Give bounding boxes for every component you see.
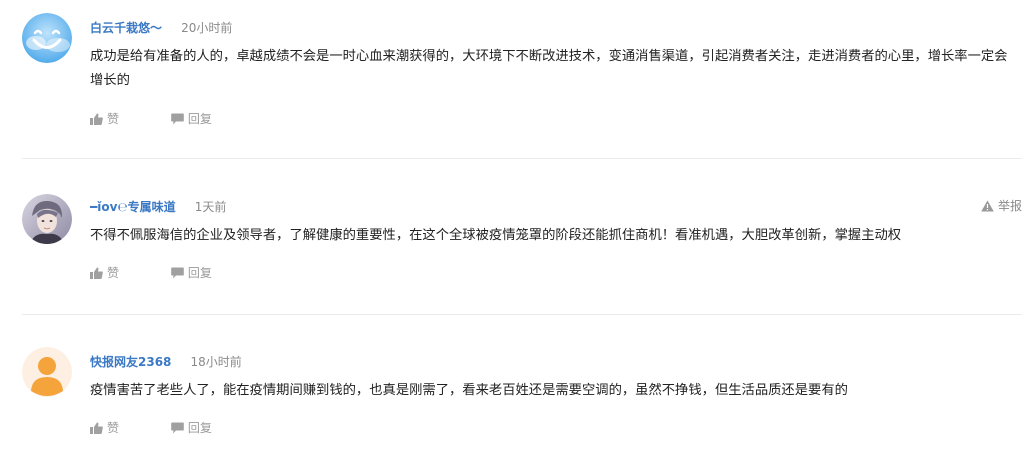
comment-meta: 快报网友2368 18小时前 bbox=[90, 351, 242, 371]
like-button[interactable]: 赞 bbox=[90, 263, 119, 283]
thumbs-up-icon bbox=[90, 113, 103, 125]
comment-actions: 赞 回复 bbox=[90, 109, 260, 129]
comment-time: 18小时前 bbox=[190, 355, 242, 369]
cloud-smile-avatar-icon bbox=[22, 13, 72, 63]
reply-bubble-icon bbox=[171, 113, 184, 125]
username[interactable]: 快报网友2368 bbox=[90, 355, 171, 369]
warning-icon bbox=[981, 200, 994, 212]
avatar[interactable] bbox=[22, 13, 72, 63]
username[interactable]: ━ǐov℮专属味道 bbox=[90, 200, 176, 214]
avatar[interactable] bbox=[22, 194, 72, 244]
comment-text: 疫情害苦了老些人了，能在疫情期间赚到钱的，也真是刚需了，看来老百姓还是需要空调的… bbox=[90, 383, 848, 398]
reply-label: 回复 bbox=[187, 266, 212, 280]
comment-time: 1天前 bbox=[194, 200, 227, 214]
report-label: 举报 bbox=[997, 199, 1022, 213]
like-button[interactable]: 赞 bbox=[90, 109, 119, 129]
like-label: 赞 bbox=[107, 112, 120, 126]
comment-text: 成功是给有准备的人的，卓越成绩不会是一时心血来潮获得的，大环境下不断改进技术，变… bbox=[90, 49, 1008, 88]
default-user-avatar-icon bbox=[22, 347, 72, 397]
reply-bubble-icon bbox=[171, 267, 184, 279]
comment-actions: 赞 回复 bbox=[90, 263, 260, 283]
thumbs-up-icon bbox=[90, 267, 103, 279]
reply-button[interactable]: 回复 bbox=[171, 263, 212, 283]
username[interactable]: 白云千栽悠～ bbox=[90, 21, 162, 35]
comment-item: ━ǐov℮专属味道 1天前 举报 不得不佩服海信的企业及领导者，了解健康的重要性… bbox=[22, 158, 1022, 308]
reply-label: 回复 bbox=[187, 421, 212, 435]
comment-actions: 赞 回复 bbox=[90, 418, 260, 438]
thumbs-up-icon bbox=[90, 422, 103, 434]
like-button[interactable]: 赞 bbox=[90, 418, 119, 438]
comment-meta: ━ǐov℮专属味道 1天前 bbox=[90, 196, 226, 216]
comment-item: 白云千栽悠～ 20小时前 成功是给有准备的人的，卓越成绩不会是一时心血来潮获得的… bbox=[22, 0, 1022, 150]
report-button[interactable]: 举报 bbox=[981, 196, 1022, 216]
reply-button[interactable]: 回复 bbox=[171, 418, 212, 438]
like-label: 赞 bbox=[107, 266, 120, 280]
comment-text: 不得不佩服海信的企业及领导者，了解健康的重要性，在这个全球被疫情笼罩的阶段还能抓… bbox=[90, 228, 902, 243]
reply-button[interactable]: 回复 bbox=[171, 109, 212, 129]
comment-item: 快报网友2368 18小时前 疫情害苦了老些人了，能在疫情期间赚到钱的，也真是刚… bbox=[22, 314, 1022, 450]
avatar[interactable] bbox=[22, 347, 72, 397]
reply-bubble-icon bbox=[171, 422, 184, 434]
like-label: 赞 bbox=[107, 421, 120, 435]
photo-avatar-icon bbox=[22, 194, 72, 244]
comment-list: 白云千栽悠～ 20小时前 成功是给有准备的人的，卓越成绩不会是一时心血来潮获得的… bbox=[0, 0, 1032, 450]
reply-label: 回复 bbox=[187, 112, 212, 126]
comment-meta: 白云千栽悠～ 20小时前 bbox=[90, 17, 232, 37]
comment-time: 20小时前 bbox=[181, 21, 233, 35]
